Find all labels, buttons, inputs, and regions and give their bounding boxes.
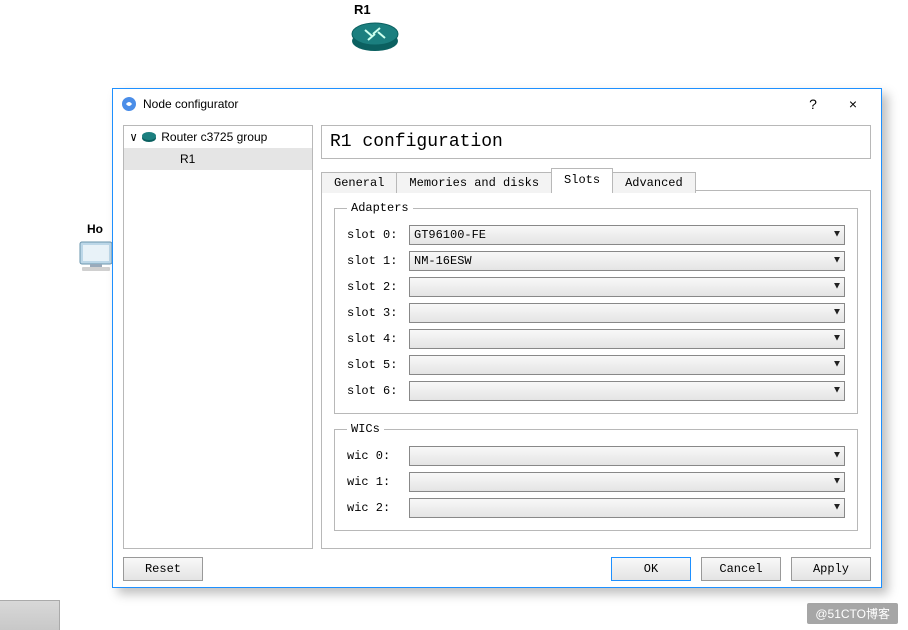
slot-2-combo[interactable]: ▼ bbox=[409, 277, 845, 297]
slot-label: slot 6: bbox=[347, 384, 403, 398]
tab-general[interactable]: General bbox=[321, 172, 397, 193]
wic-label: wic 2: bbox=[347, 501, 403, 515]
host-label: Ho bbox=[87, 222, 103, 236]
node-configurator-dialog: Node configurator ? × ∨ Router c3725 gro… bbox=[112, 88, 882, 588]
tab-slots-content: Adapters slot 0: GT96100-FE▼ slot 1: NM-… bbox=[321, 190, 871, 549]
slot-3-combo[interactable]: ▼ bbox=[409, 303, 845, 323]
ok-button[interactable]: OK bbox=[611, 557, 691, 581]
slot-1-combo[interactable]: NM-16ESW▼ bbox=[409, 251, 845, 271]
router-icon[interactable] bbox=[350, 18, 400, 53]
tree-item-label: R1 bbox=[180, 152, 195, 166]
chevron-down-icon: ▼ bbox=[834, 256, 840, 267]
slot-row-6: slot 6: ▼ bbox=[347, 381, 845, 401]
chevron-down-icon: ▼ bbox=[834, 308, 840, 319]
adapters-legend: Adapters bbox=[347, 201, 413, 215]
tab-bar: General Memories and disks Slots Advance… bbox=[321, 167, 871, 191]
app-icon bbox=[121, 96, 137, 112]
wic-1-combo[interactable]: ▼ bbox=[409, 472, 845, 492]
close-button[interactable]: × bbox=[833, 90, 873, 118]
slot-label: slot 1: bbox=[347, 254, 403, 268]
reset-button[interactable]: Reset bbox=[123, 557, 203, 581]
titlebar: Node configurator ? × bbox=[113, 89, 881, 119]
config-title: R1 configuration bbox=[321, 125, 871, 159]
main-panel: R1 configuration General Memories and di… bbox=[321, 125, 871, 549]
slot-4-combo[interactable]: ▼ bbox=[409, 329, 845, 349]
wics-legend: WICs bbox=[347, 422, 384, 436]
tab-advanced[interactable]: Advanced bbox=[612, 172, 696, 193]
watermark: @51CTO博客 bbox=[807, 603, 898, 624]
chevron-down-icon: ▼ bbox=[834, 334, 840, 345]
slot-label: slot 3: bbox=[347, 306, 403, 320]
wic-label: wic 1: bbox=[347, 475, 403, 489]
wic-label: wic 0: bbox=[347, 449, 403, 463]
chevron-down-icon: ▼ bbox=[834, 477, 840, 488]
slot-row-0: slot 0: GT96100-FE▼ bbox=[347, 225, 845, 245]
tab-slots[interactable]: Slots bbox=[551, 168, 613, 191]
wic-row-0: wic 0: ▼ bbox=[347, 446, 845, 466]
wic-2-combo[interactable]: ▼ bbox=[409, 498, 845, 518]
router-icon bbox=[141, 131, 157, 143]
dialog-buttons: Reset OK Cancel Apply bbox=[113, 549, 881, 589]
slot-5-combo[interactable]: ▼ bbox=[409, 355, 845, 375]
tree-item-r1[interactable]: R1 bbox=[124, 148, 312, 170]
slot-row-3: slot 3: ▼ bbox=[347, 303, 845, 323]
slot-row-5: slot 5: ▼ bbox=[347, 355, 845, 375]
slot-row-1: slot 1: NM-16ESW▼ bbox=[347, 251, 845, 271]
tab-memories[interactable]: Memories and disks bbox=[396, 172, 552, 193]
slot-6-combo[interactable]: ▼ bbox=[409, 381, 845, 401]
slot-label: slot 0: bbox=[347, 228, 403, 242]
tree-group-router[interactable]: ∨ Router c3725 group bbox=[124, 126, 312, 148]
dialog-title: Node configurator bbox=[143, 97, 793, 111]
wics-group: WICs wic 0: ▼ wic 1: ▼ wic 2: ▼ bbox=[334, 422, 858, 531]
slot-label: slot 5: bbox=[347, 358, 403, 372]
router-label: R1 bbox=[354, 2, 371, 17]
node-tree: ∨ Router c3725 group R1 bbox=[123, 125, 313, 549]
chevron-down-icon: ▼ bbox=[834, 451, 840, 462]
cancel-button[interactable]: Cancel bbox=[701, 557, 781, 581]
wic-row-1: wic 1: ▼ bbox=[347, 472, 845, 492]
slot-label: slot 4: bbox=[347, 332, 403, 346]
slot-label: slot 2: bbox=[347, 280, 403, 294]
tree-group-label: Router c3725 group bbox=[161, 130, 267, 144]
wic-row-2: wic 2: ▼ bbox=[347, 498, 845, 518]
adapters-group: Adapters slot 0: GT96100-FE▼ slot 1: NM-… bbox=[334, 201, 858, 414]
slot-row-4: slot 4: ▼ bbox=[347, 329, 845, 349]
apply-button[interactable]: Apply bbox=[791, 557, 871, 581]
chevron-down-icon: ▼ bbox=[834, 386, 840, 397]
background-fragment bbox=[0, 600, 60, 630]
slot-row-2: slot 2: ▼ bbox=[347, 277, 845, 297]
chevron-down-icon: ▼ bbox=[834, 360, 840, 371]
chevron-down-icon[interactable]: ∨ bbox=[130, 130, 137, 144]
chevron-down-icon: ▼ bbox=[834, 282, 840, 293]
wic-0-combo[interactable]: ▼ bbox=[409, 446, 845, 466]
slot-0-combo[interactable]: GT96100-FE▼ bbox=[409, 225, 845, 245]
dialog-body: ∨ Router c3725 group R1 R1 configuration… bbox=[113, 119, 881, 549]
chevron-down-icon: ▼ bbox=[834, 503, 840, 514]
chevron-down-icon: ▼ bbox=[834, 230, 840, 241]
help-button[interactable]: ? bbox=[793, 90, 833, 118]
